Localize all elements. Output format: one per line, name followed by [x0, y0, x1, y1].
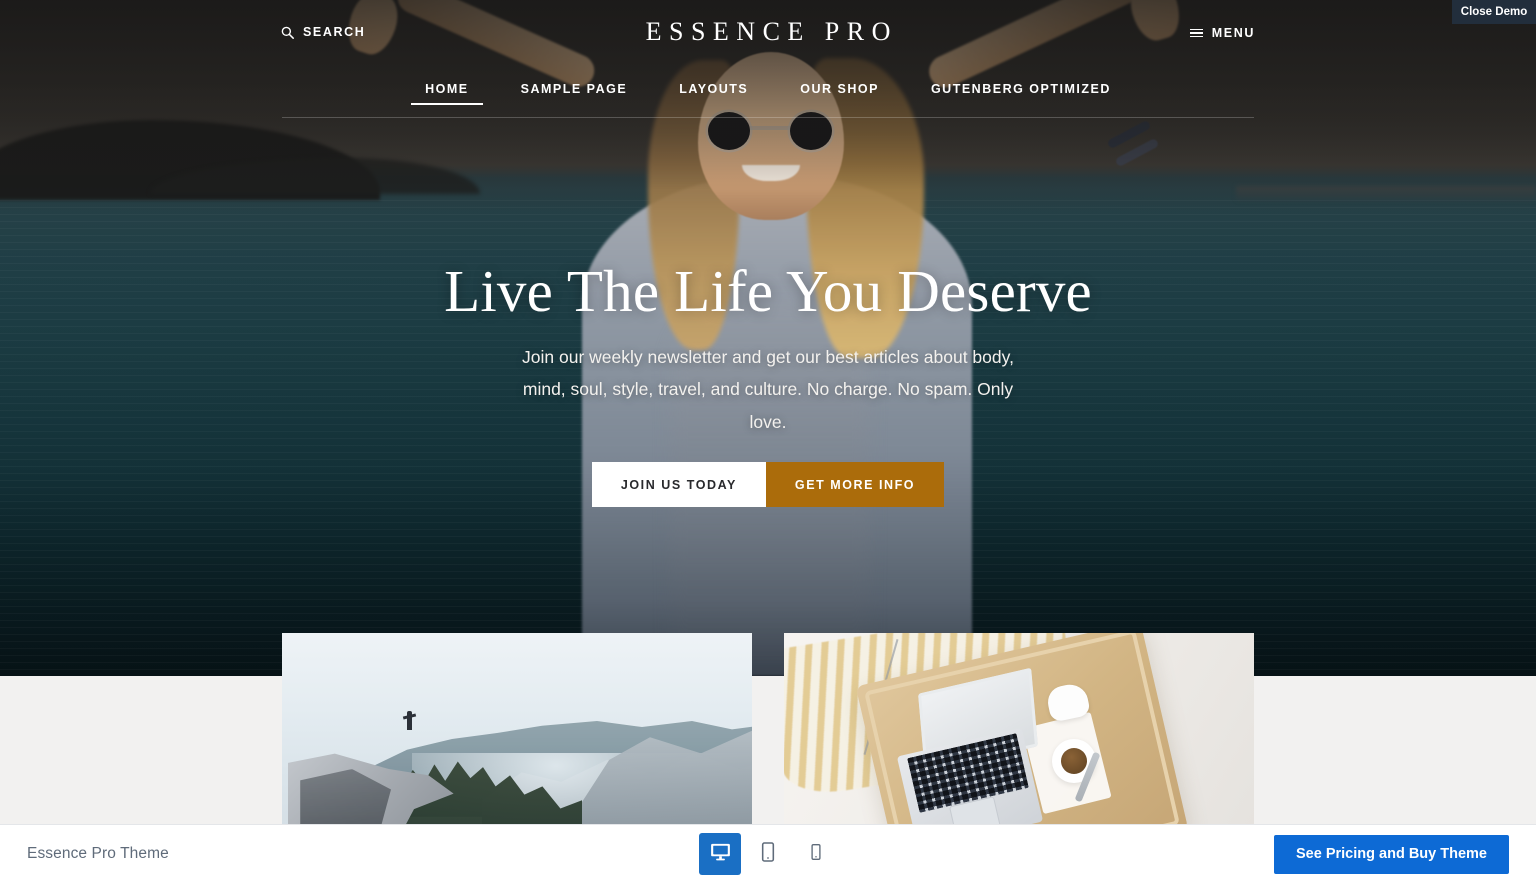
- hero-content: Live The Life You Deserve Join our weekl…: [0, 258, 1536, 508]
- desktop-icon: [709, 840, 732, 868]
- hero-subtitle: Join our weekly newsletter and get our b…: [508, 341, 1028, 438]
- device-tablet-button[interactable]: [747, 833, 789, 875]
- browser-viewport: SEARCH ESSENCE PRO MENU HOME SAMPLE PAGE…: [0, 0, 1536, 883]
- header-top-row: SEARCH ESSENCE PRO MENU: [0, 0, 1536, 70]
- device-mobile-button[interactable]: [795, 833, 837, 875]
- toolbar-theme-name: Essence Pro Theme: [27, 845, 169, 862]
- hero-headline: Live The Life You Deserve: [444, 258, 1092, 324]
- mobile-icon: [807, 843, 825, 866]
- hiker-silhouette-icon: [407, 711, 412, 730]
- buy-theme-button[interactable]: See Pricing and Buy Theme: [1274, 834, 1509, 874]
- nav-item-home[interactable]: HOME: [399, 74, 495, 105]
- hero-button-group: JOIN US TODAY GET MORE INFO: [0, 462, 1536, 508]
- nav-list: HOME SAMPLE PAGE LAYOUTS OUR SHOP GUTENB…: [282, 74, 1254, 118]
- tablet-icon: [757, 841, 779, 868]
- demo-toolbar: Essence Pro Theme See Pricing and Buy Th…: [0, 824, 1536, 883]
- site-title[interactable]: ESSENCE PRO: [0, 17, 1536, 47]
- hamburger-icon: [1189, 28, 1203, 38]
- nav-item-layouts[interactable]: LAYOUTS: [653, 74, 774, 96]
- site-header: SEARCH ESSENCE PRO MENU HOME SAMPLE PAGE…: [0, 0, 1536, 130]
- nav-item-our-shop[interactable]: OUR SHOP: [774, 74, 905, 96]
- device-preview-switcher: [699, 833, 837, 875]
- get-more-info-button[interactable]: GET MORE INFO: [765, 462, 945, 508]
- nav-item-sample-page[interactable]: SAMPLE PAGE: [495, 74, 654, 96]
- join-us-today-button[interactable]: JOIN US TODAY: [591, 462, 766, 508]
- nav-item-gutenberg-optimized[interactable]: GUTENBERG OPTIMIZED: [905, 74, 1137, 96]
- close-demo-button[interactable]: Close Demo: [1452, 0, 1536, 24]
- hero-subtitle-line-2: style, travel, and culture. No charge. N…: [612, 379, 1014, 432]
- device-desktop-button[interactable]: [699, 833, 741, 875]
- menu-toggle-button[interactable]: MENU: [1189, 26, 1255, 40]
- primary-navigation: HOME SAMPLE PAGE LAYOUTS OUR SHOP GUTENB…: [282, 74, 1254, 118]
- menu-button-label: MENU: [1211, 26, 1255, 40]
